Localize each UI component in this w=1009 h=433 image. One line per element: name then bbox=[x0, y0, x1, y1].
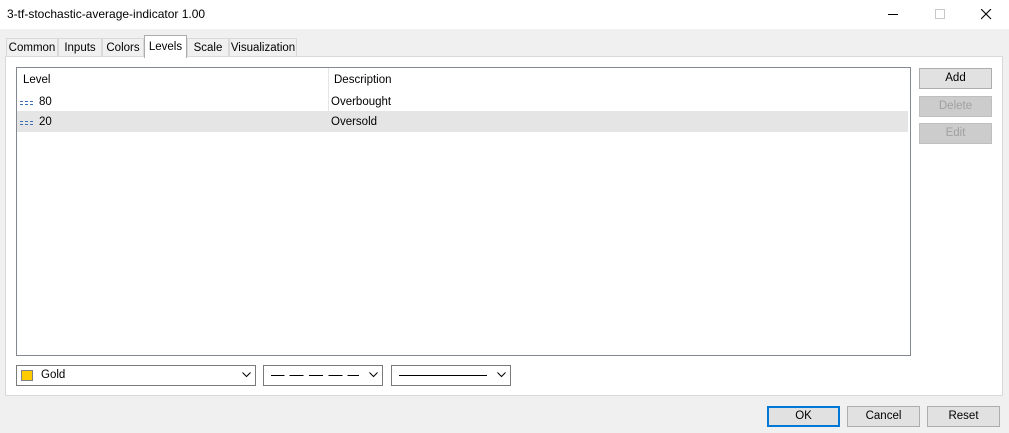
add-button[interactable]: Add bbox=[919, 68, 992, 89]
chevron-down-icon bbox=[242, 372, 251, 378]
title-bar: 3-tf-stochastic-average-indicator 1.00 bbox=[0, 0, 1009, 29]
cancel-button[interactable]: Cancel bbox=[847, 406, 920, 427]
window-title: 3-tf-stochastic-average-indicator 1.00 bbox=[7, 7, 206, 21]
color-swatch bbox=[21, 370, 33, 381]
chevron-down-icon bbox=[369, 372, 378, 378]
level-line-icon bbox=[20, 121, 33, 122]
edit-button[interactable]: Edit bbox=[919, 123, 992, 144]
level-line-icon bbox=[20, 124, 33, 125]
delete-button[interactable]: Delete bbox=[919, 96, 992, 117]
level-description: Oversold bbox=[331, 116, 378, 128]
tab-common[interactable]: Common bbox=[6, 38, 58, 57]
tab-levels[interactable]: Levels bbox=[144, 35, 187, 58]
tab-colors[interactable]: Colors bbox=[102, 38, 144, 57]
table-row[interactable]: 20 Oversold bbox=[17, 112, 908, 132]
column-header-level[interactable]: Level bbox=[23, 68, 51, 92]
maximize-button[interactable] bbox=[917, 0, 963, 29]
minimize-button[interactable] bbox=[870, 0, 916, 29]
color-select[interactable]: Gold bbox=[16, 365, 256, 386]
close-button[interactable] bbox=[963, 0, 1009, 29]
solid-line-preview bbox=[399, 375, 487, 376]
column-header-description[interactable]: Description bbox=[334, 68, 392, 92]
cell-divider bbox=[328, 92, 329, 132]
reset-button[interactable]: Reset bbox=[927, 406, 1000, 427]
tab-visualization[interactable]: Visualization bbox=[229, 38, 297, 57]
table-row[interactable]: 80 Overbought bbox=[17, 92, 908, 112]
dash-line-preview bbox=[271, 375, 359, 376]
color-select-value: Gold bbox=[41, 369, 66, 381]
tab-scale[interactable]: Scale bbox=[187, 38, 229, 57]
level-description: Overbought bbox=[331, 96, 392, 108]
tab-inputs[interactable]: Inputs bbox=[58, 38, 102, 57]
line-width-select[interactable] bbox=[391, 365, 511, 386]
levels-list[interactable]: Level Description 80 Overbought 20 Overs… bbox=[16, 67, 911, 356]
level-line-icon bbox=[20, 104, 33, 105]
ok-button[interactable]: OK bbox=[767, 406, 840, 427]
column-divider[interactable] bbox=[328, 68, 329, 92]
maximize-icon bbox=[935, 9, 945, 19]
level-value: 20 bbox=[39, 116, 52, 128]
level-line-icon bbox=[20, 101, 33, 102]
close-icon bbox=[981, 9, 992, 20]
chevron-down-icon bbox=[497, 372, 506, 378]
level-value: 80 bbox=[39, 96, 52, 108]
row-divider bbox=[17, 131, 908, 132]
minimize-icon bbox=[888, 14, 898, 15]
line-style-select[interactable] bbox=[263, 365, 383, 386]
